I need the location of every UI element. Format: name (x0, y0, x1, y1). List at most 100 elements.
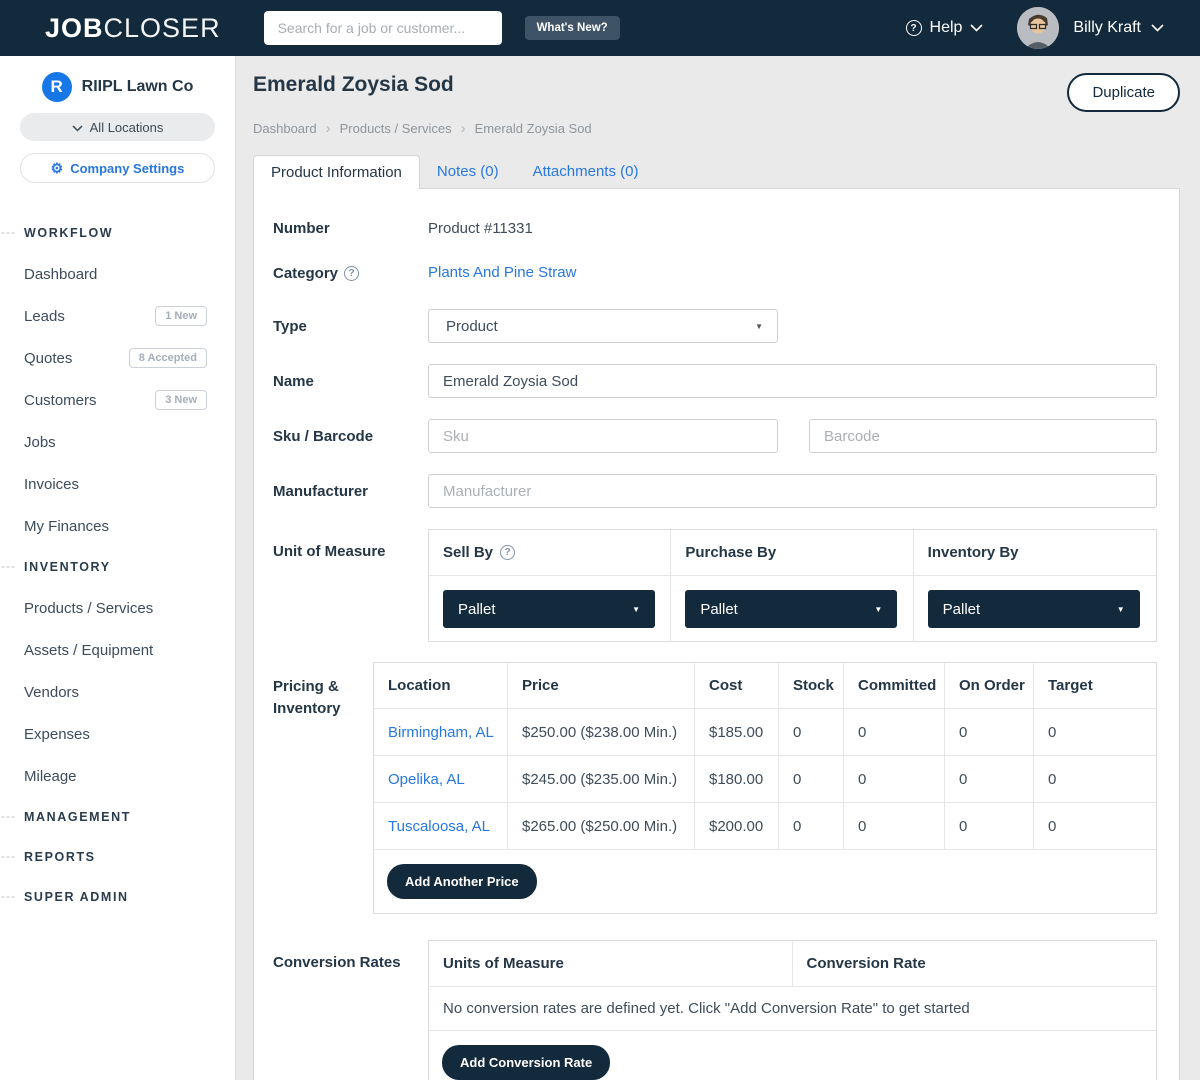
barcode-input[interactable] (809, 419, 1157, 453)
gear-icon: ⚙ (51, 161, 64, 175)
breadcrumb-current: Emerald Zoysia Sod (475, 121, 592, 136)
sidebar-item-jobs[interactable]: Jobs (0, 421, 235, 463)
tab-notes[interactable]: Notes (0) (420, 154, 516, 188)
leads-badge: 1 New (155, 306, 207, 326)
name-label: Name (273, 373, 428, 390)
sidebar-item-vendors[interactable]: Vendors (0, 671, 235, 713)
dropdown-arrow-icon: ▼ (874, 605, 882, 614)
help-menu[interactable]: ? Help (906, 19, 984, 37)
dropdown-arrow-icon: ▼ (1117, 605, 1125, 614)
help-icon: ? (906, 20, 922, 36)
main-content: Emerald Zoysia Sod Duplicate Dashboard ›… (236, 56, 1200, 1080)
app-logo[interactable]: JOBCLOSER (45, 13, 221, 44)
sell-by-header: Sell By (443, 544, 493, 561)
conversion-rates-table: Units of Measure Conversion Rate No conv… (428, 940, 1157, 1080)
product-information-panel: Number Product #11331 Category ? Plants … (253, 188, 1180, 1080)
location-link[interactable]: Tuscaloosa, AL (388, 818, 490, 835)
inventory-by-header: Inventory By (914, 530, 1156, 575)
sku-input[interactable] (428, 419, 778, 453)
category-link[interactable]: Plants And Pine Straw (428, 264, 576, 281)
sidebar-item-dashboard[interactable]: Dashboard (0, 253, 235, 295)
sidebar-section-workflow[interactable]: --- WORKFLOW (0, 213, 235, 253)
section-dashes-icon: --- (1, 225, 16, 239)
unit-of-measure-label: Unit of Measure (273, 529, 428, 560)
type-select-value: Product (446, 318, 498, 335)
customers-badge: 3 New (155, 390, 207, 410)
conversion-rates-label: Conversion Rates (273, 940, 428, 971)
duplicate-button[interactable]: Duplicate (1067, 73, 1180, 112)
location-link[interactable]: Opelika, AL (388, 771, 465, 788)
type-label: Type (273, 318, 428, 335)
sku-barcode-row: Sku / Barcode (273, 419, 1157, 453)
location-link[interactable]: Birmingham, AL (388, 724, 494, 741)
sidebar-item-mileage[interactable]: Mileage (0, 755, 235, 797)
category-label: Category (273, 265, 338, 282)
category-row: Category ? Plants And Pine Straw (273, 264, 1157, 282)
sidebar-item-expenses[interactable]: Expenses (0, 713, 235, 755)
number-value: Product #11331 (428, 220, 1157, 237)
whats-new-button[interactable]: What's New? (525, 16, 620, 40)
logo-light: CLOSER (104, 13, 221, 43)
help-label: Help (930, 19, 963, 37)
pricing-inventory-label: Pricing & Inventory (273, 662, 373, 720)
sidebar-item-products-services[interactable]: Products / Services (0, 587, 235, 629)
company-logo: R (42, 72, 72, 102)
sidebar-section-reports[interactable]: --- REPORTS (0, 837, 235, 877)
sidebar-section-inventory[interactable]: --- INVENTORY (0, 547, 235, 587)
avatar[interactable] (1017, 7, 1059, 49)
company-header: R RIIPL Lawn Co (0, 72, 235, 102)
purchase-by-select[interactable]: Pallet ▼ (685, 590, 897, 628)
quotes-badge: 8 Accepted (129, 348, 207, 368)
purchase-by-header: Purchase By (671, 530, 913, 575)
section-dashes-icon: --- (1, 559, 16, 573)
pricing-inventory-row: Pricing & Inventory Location Price Cost … (273, 662, 1157, 914)
global-search-input[interactable] (264, 11, 502, 45)
pricing-table: Location Price Cost Stock Committed On O… (373, 662, 1157, 914)
sidebar-item-assets-equipment[interactable]: Assets / Equipment (0, 629, 235, 671)
breadcrumb-products-services[interactable]: Products / Services (340, 121, 452, 136)
number-label: Number (273, 220, 428, 237)
section-dashes-icon: --- (1, 849, 16, 863)
company-settings-button[interactable]: ⚙ Company Settings (20, 153, 215, 183)
sidebar-nav: --- WORKFLOW Dashboard Leads 1 New Quote… (0, 213, 235, 917)
sidebar-section-management[interactable]: --- MANAGEMENT (0, 797, 235, 837)
breadcrumb-dashboard[interactable]: Dashboard (253, 121, 317, 136)
breadcrumb-separator-icon: › (461, 120, 466, 137)
pricing-table-header: Location Price Cost Stock Committed On O… (374, 663, 1156, 708)
unit-of-measure-table: Sell By ? Purchase By Inventory By Palle… (428, 529, 1157, 642)
chevron-down-icon (1151, 19, 1164, 37)
sidebar-item-leads[interactable]: Leads 1 New (0, 295, 235, 337)
sku-barcode-label: Sku / Barcode (273, 428, 428, 445)
logo-bold: JOB (45, 13, 104, 43)
sidebar-item-invoices[interactable]: Invoices (0, 463, 235, 505)
inventory-by-select[interactable]: Pallet ▼ (928, 590, 1140, 628)
tab-attachments[interactable]: Attachments (0) (516, 154, 656, 188)
top-navbar: JOBCLOSER What's New? ? Help Billy Kraft (0, 0, 1200, 56)
company-name: RIIPL Lawn Co (82, 78, 194, 96)
dropdown-arrow-icon: ▼ (755, 322, 763, 331)
table-row: Tuscaloosa, AL $265.00 ($250.00 Min.) $2… (374, 802, 1156, 849)
chevron-down-icon (970, 19, 983, 37)
tab-product-information[interactable]: Product Information (253, 155, 420, 189)
add-conversion-rate-button[interactable]: Add Conversion Rate (442, 1045, 610, 1080)
sidebar-item-quotes[interactable]: Quotes 8 Accepted (0, 337, 235, 379)
sell-by-select[interactable]: Pallet ▼ (443, 590, 655, 628)
category-help-icon[interactable]: ? (344, 266, 359, 281)
manufacturer-input[interactable] (428, 474, 1157, 508)
name-input[interactable] (428, 364, 1157, 398)
type-select[interactable]: Product ▼ (428, 309, 778, 343)
sidebar-item-customers[interactable]: Customers 3 New (0, 379, 235, 421)
sell-by-help-icon[interactable]: ? (500, 545, 515, 560)
location-label: All Locations (90, 120, 164, 135)
section-dashes-icon: --- (1, 889, 16, 903)
breadcrumb: Dashboard › Products / Services › Emeral… (253, 120, 1180, 137)
user-menu[interactable]: Billy Kraft (1073, 19, 1164, 37)
conversion-empty-message: No conversion rates are defined yet. Cli… (429, 986, 1156, 1030)
location-selector[interactable]: All Locations (20, 113, 215, 141)
sidebar-section-super-admin[interactable]: --- SUPER ADMIN (0, 877, 235, 917)
sidebar-item-my-finances[interactable]: My Finances (0, 505, 235, 547)
name-row: Name (273, 364, 1157, 398)
add-another-price-button[interactable]: Add Another Price (387, 864, 537, 899)
manufacturer-label: Manufacturer (273, 483, 428, 500)
dropdown-arrow-icon: ▼ (632, 605, 640, 614)
